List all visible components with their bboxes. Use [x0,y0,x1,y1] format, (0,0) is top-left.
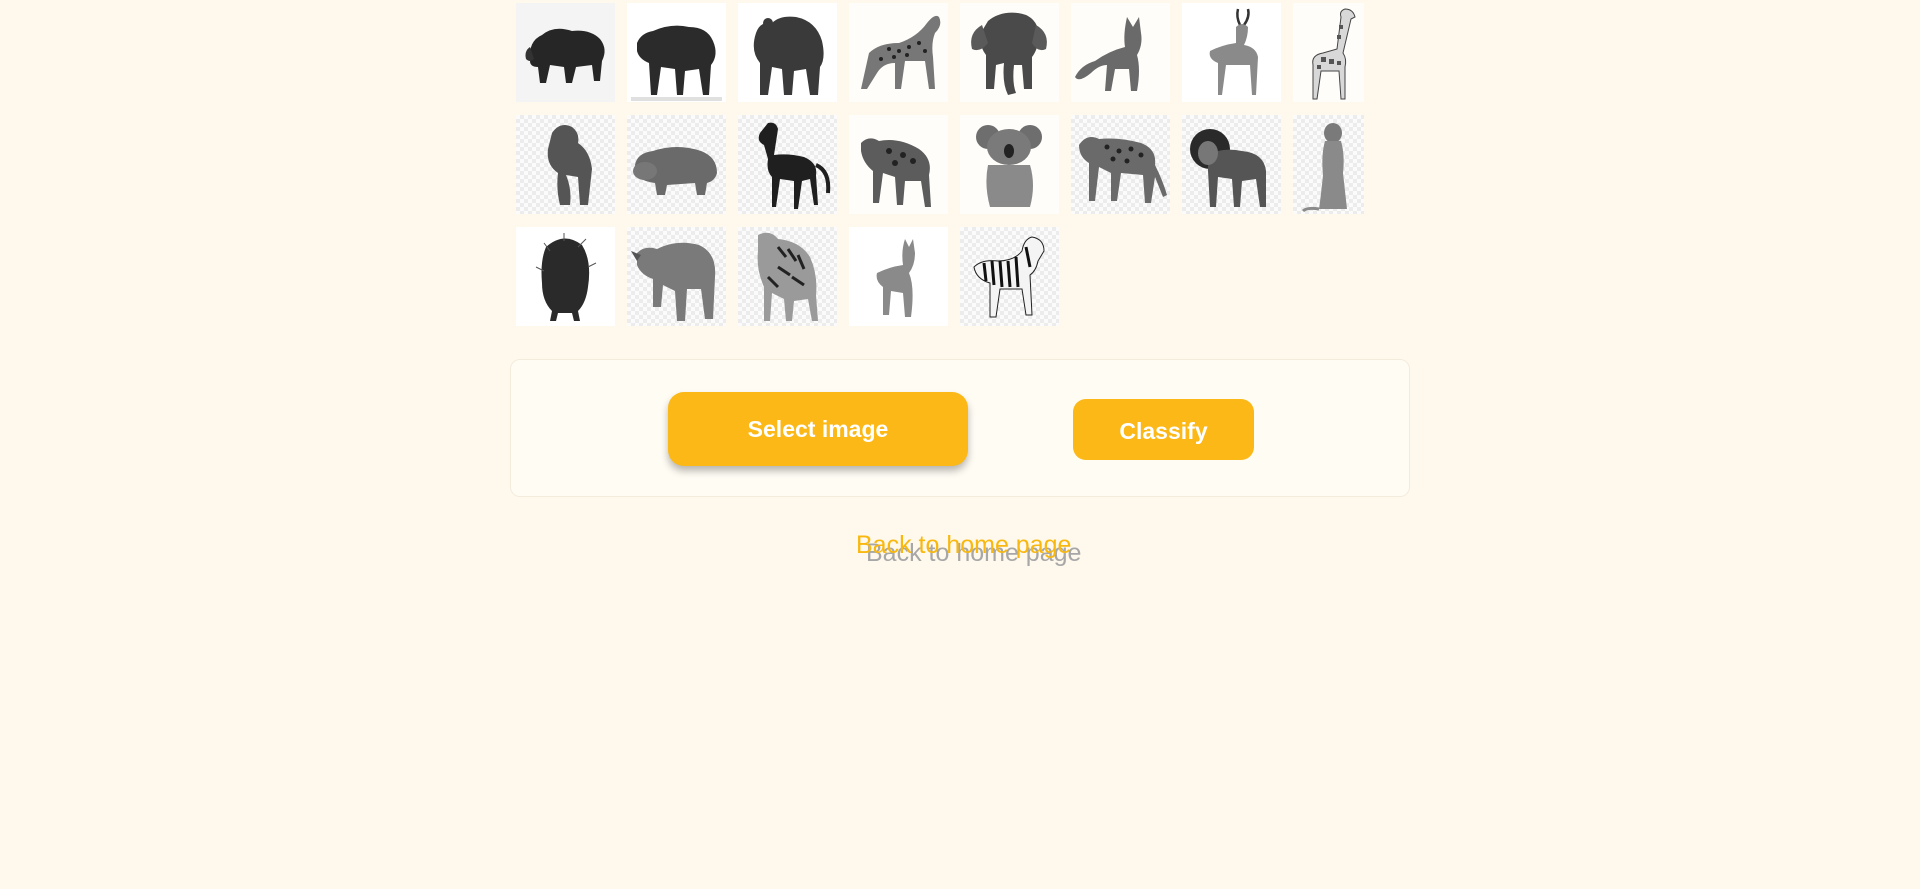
thumb-cheetah[interactable] [849,3,948,102]
thumb-giraffe[interactable] [1293,3,1364,102]
meerkat-image [1301,123,1347,213]
gallery-row [516,115,1396,214]
hippopotamus-image [633,147,717,195]
thumb-hyena[interactable] [849,115,948,214]
thumb-lion[interactable] [1182,115,1281,214]
thumb-boar[interactable] [627,3,726,102]
thumb-gazelle[interactable] [1182,3,1281,102]
giraffe-image [1312,8,1356,100]
porcupine-image [535,233,597,321]
action-panel: Select image Classify [510,359,1410,497]
back-home-link[interactable]: Back to home page [856,531,1071,560]
rhinoceros-image [631,242,716,321]
fox-image [1075,17,1142,91]
thumb-zebra[interactable] [960,227,1059,326]
cheetah-image [861,15,941,90]
thumb-hippopotamus[interactable] [627,115,726,214]
thumb-tiger[interactable] [738,227,837,326]
lion-image [1190,129,1266,207]
tiger-image [757,232,818,321]
gallery-row [516,227,1396,326]
gazelle-image [1209,8,1258,95]
thumb-wolf[interactable] [849,227,948,326]
thumb-porcupine[interactable] [516,227,615,326]
zebra-image [973,236,1045,318]
wolf-image [876,239,915,317]
select-image-button[interactable]: Select image [668,392,968,466]
gallery-row [516,3,1396,102]
bison-image [525,28,605,83]
thumb-leopard[interactable] [1071,115,1170,214]
thumb-elephant[interactable] [960,3,1059,102]
thumb-rhinoceros[interactable] [627,227,726,326]
thumb-meerkat[interactable] [1293,115,1364,214]
gorilla-image [547,125,592,205]
thumb-bear[interactable] [738,3,837,102]
animal-gallery [516,3,1396,339]
classify-button[interactable]: Classify [1073,399,1254,460]
thumb-gorilla[interactable] [516,115,615,214]
thumb-bison[interactable] [516,3,615,102]
thumb-horse[interactable] [738,115,837,214]
thumb-koala[interactable] [960,115,1059,214]
boar-image [631,25,722,101]
leopard-image [1079,137,1167,203]
koala-image [976,125,1042,207]
hyena-image [861,138,931,207]
bear-image [753,16,824,96]
thumb-fox[interactable] [1071,3,1170,102]
elephant-image [971,12,1047,96]
horse-image [758,122,831,209]
